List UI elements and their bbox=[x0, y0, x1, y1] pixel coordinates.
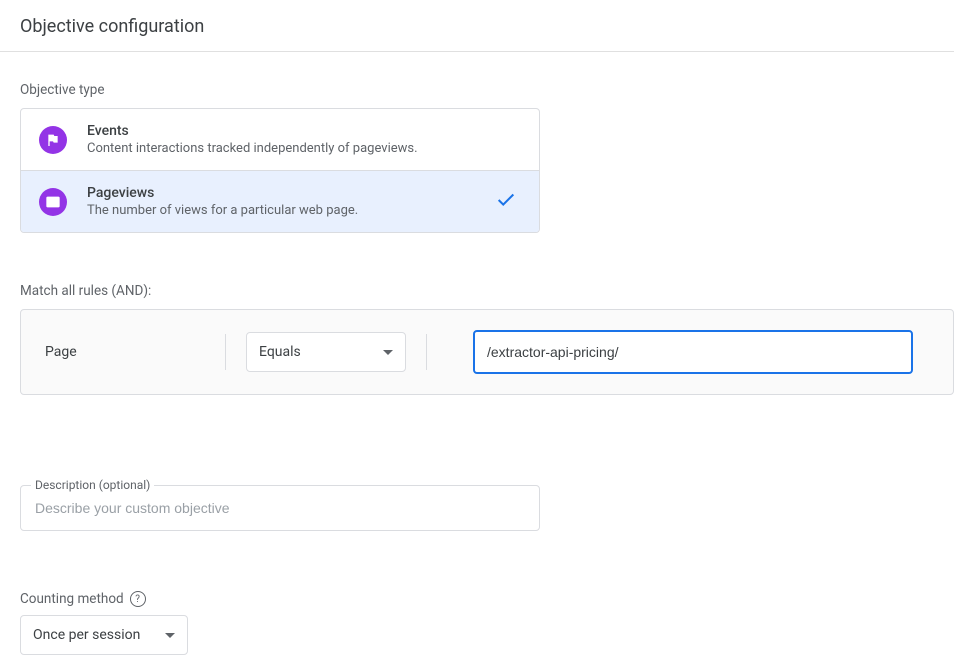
objective-type-card: Events Content interactions tracked inde… bbox=[20, 108, 540, 233]
chevron-down-icon bbox=[383, 350, 393, 355]
objective-type-label: Objective type bbox=[20, 82, 934, 98]
objective-option-title: Events bbox=[87, 123, 521, 139]
rule-value-wrap bbox=[473, 330, 913, 374]
objective-option-desc: Content interactions tracked independent… bbox=[87, 141, 521, 156]
rule-field-label: Page bbox=[45, 344, 225, 360]
counting-label-row: Counting method ? bbox=[20, 591, 934, 607]
page-title: Objective configuration bbox=[20, 16, 954, 37]
counting-method-label: Counting method bbox=[20, 591, 124, 607]
counting-block: Counting method ? Once per session bbox=[20, 591, 934, 655]
counting-method-select[interactable]: Once per session bbox=[20, 615, 188, 655]
rule-operator-value: Equals bbox=[259, 344, 301, 360]
rules-label: Match all rules (AND): bbox=[20, 283, 934, 299]
chevron-down-icon bbox=[165, 633, 175, 638]
objective-option-events[interactable]: Events Content interactions tracked inde… bbox=[21, 109, 539, 170]
description-input[interactable] bbox=[21, 486, 539, 530]
objective-option-desc: The number of views for a particular web… bbox=[87, 203, 521, 218]
objective-option-title: Pageviews bbox=[87, 185, 521, 201]
counting-method-value: Once per session bbox=[33, 627, 140, 643]
description-field: Description (optional) bbox=[20, 485, 540, 531]
rule-operator-wrap: Equals bbox=[246, 332, 406, 372]
objective-option-texts: Events Content interactions tracked inde… bbox=[87, 123, 521, 156]
objective-option-pageviews[interactable]: Pageviews The number of views for a part… bbox=[21, 170, 539, 232]
description-block: Description (optional) bbox=[20, 485, 540, 531]
counting-select-wrap: Once per session bbox=[20, 615, 188, 655]
check-icon bbox=[495, 189, 517, 215]
vertical-divider bbox=[225, 334, 226, 370]
content-area: Objective type Events Content interactio… bbox=[0, 52, 954, 655]
rule-value-input[interactable] bbox=[473, 330, 913, 374]
rules-block: Match all rules (AND): Page Equals bbox=[20, 283, 934, 395]
help-icon[interactable]: ? bbox=[130, 591, 146, 607]
page-header: Objective configuration bbox=[0, 0, 954, 52]
pageview-icon bbox=[39, 188, 67, 216]
rules-panel: Page Equals bbox=[20, 309, 954, 395]
rule-operator-select[interactable]: Equals bbox=[246, 332, 406, 372]
description-float-label: Description (optional) bbox=[31, 478, 154, 492]
flag-icon bbox=[39, 126, 67, 154]
objective-option-texts: Pageviews The number of views for a part… bbox=[87, 185, 521, 218]
vertical-divider bbox=[426, 334, 427, 370]
